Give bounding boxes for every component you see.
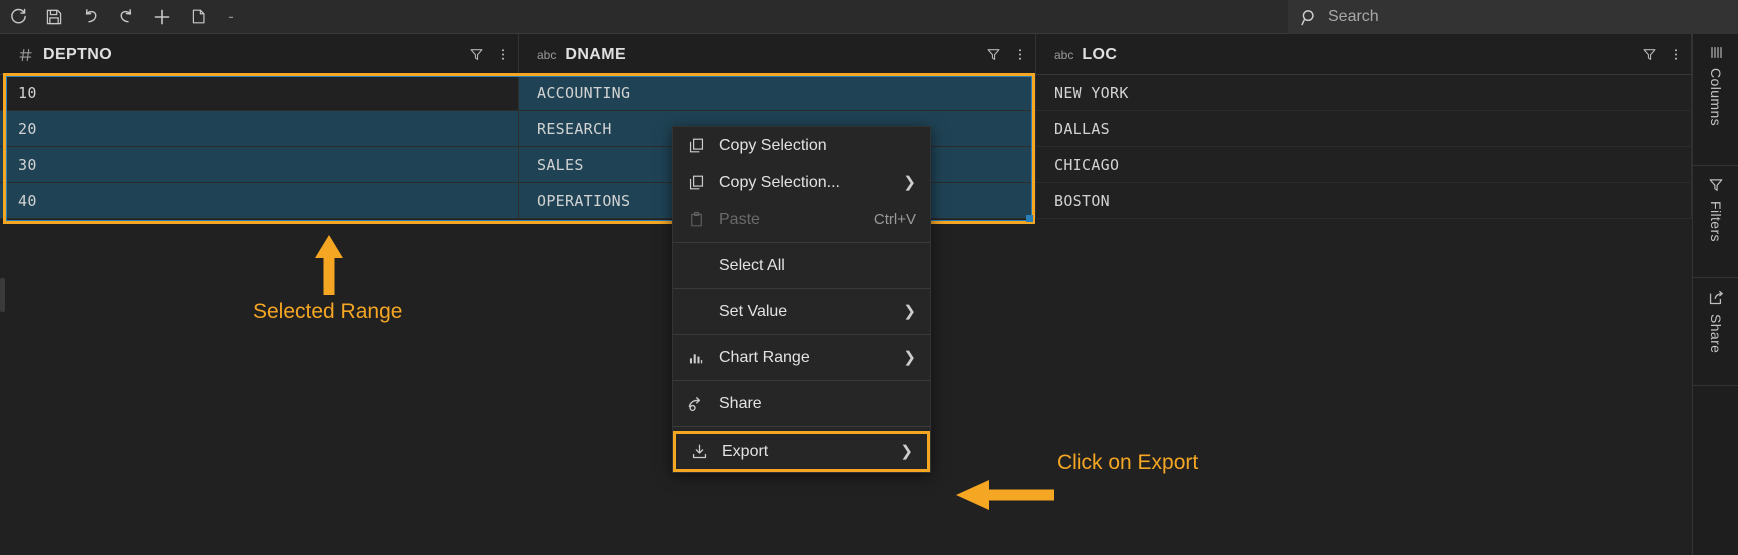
export-icon <box>676 443 722 460</box>
hash-icon <box>18 47 34 63</box>
cell-deptno[interactable]: 30 <box>0 147 519 182</box>
chart-icon <box>673 350 719 366</box>
refresh-icon[interactable] <box>0 1 36 33</box>
columns-icon <box>1708 45 1725 60</box>
menu-item-set-value[interactable]: Set Value ❯ <box>673 293 930 330</box>
duplicate-row-icon[interactable] <box>180 1 216 33</box>
chevron-right-icon: ❯ <box>903 303 916 320</box>
menu-item-label: Select All <box>719 256 785 274</box>
table-row[interactable]: 10 ACCOUNTING NEW YORK <box>0 75 1692 111</box>
search-input[interactable]: Search <box>1328 8 1379 26</box>
cell-dname[interactable]: ACCOUNTING <box>519 75 1036 110</box>
copy-icon <box>673 137 719 154</box>
sql-data-grid-app: - Search DEPTNO abc DNAME abc LOC 10 ACC… <box>0 0 1738 555</box>
sidebar-item-label: Columns <box>1708 68 1724 127</box>
cell-deptno[interactable]: 20 <box>0 111 519 146</box>
sidebar-item-columns[interactable]: Columns <box>1693 34 1738 166</box>
search-box[interactable]: Search <box>1288 0 1738 34</box>
cell-loc[interactable]: DALLAS <box>1036 111 1692 146</box>
menu-item-share[interactable]: Share <box>673 385 930 422</box>
column-header-label: LOC <box>1082 45 1118 63</box>
more-options-icon[interactable] <box>496 47 510 62</box>
cell-deptno[interactable]: 10 <box>0 75 519 110</box>
column-header-tools <box>469 34 510 75</box>
more-options-icon[interactable] <box>1013 47 1027 62</box>
more-options-icon[interactable] <box>1669 47 1683 62</box>
grid-header-row: DEPTNO abc DNAME abc LOC <box>0 34 1692 75</box>
menu-item-chart-range[interactable]: Chart Range ❯ <box>673 339 930 376</box>
panel-resize-handle[interactable] <box>0 278 5 312</box>
menu-item-label: Export <box>722 442 769 460</box>
abc-icon: abc <box>1054 47 1074 62</box>
chevron-right-icon: ❯ <box>900 443 913 460</box>
right-sidebar: Columns Filters Share <box>1692 34 1738 555</box>
chevron-right-icon: ❯ <box>903 349 916 366</box>
collapse-button[interactable]: - <box>216 1 246 33</box>
column-header-loc[interactable]: abc LOC <box>1036 34 1692 75</box>
share-icon <box>1708 289 1725 306</box>
menu-separator <box>673 426 930 427</box>
menu-separator <box>673 242 930 243</box>
menu-item-paste: Paste Ctrl+V <box>673 201 930 238</box>
menu-item-shortcut: Ctrl+V <box>873 211 916 228</box>
selection-fill-handle[interactable] <box>1026 215 1033 222</box>
menu-item-label: Chart Range <box>719 348 810 366</box>
column-header-tools <box>1642 34 1683 75</box>
redo-icon[interactable] <box>108 1 144 33</box>
sidebar-item-label: Filters <box>1708 201 1724 242</box>
menu-item-label: Set Value <box>719 302 788 320</box>
column-header-tools <box>986 34 1027 75</box>
sidebar-item-label: Share <box>1708 314 1724 354</box>
menu-item-label: Share <box>719 394 762 412</box>
cell-deptno[interactable]: 40 <box>0 183 519 218</box>
column-header-dname[interactable]: abc DNAME <box>519 34 1036 75</box>
column-header-label: DNAME <box>565 45 627 63</box>
filter-icon[interactable] <box>469 47 484 62</box>
abc-icon: abc <box>537 47 557 62</box>
paste-icon <box>673 211 719 228</box>
menu-separator <box>673 334 930 335</box>
save-icon[interactable] <box>36 1 72 33</box>
share-icon <box>673 395 719 413</box>
cell-loc[interactable]: NEW YORK <box>1036 75 1692 110</box>
copy-icon <box>673 174 719 191</box>
sidebar-item-share[interactable]: Share <box>1693 278 1738 386</box>
cell-loc[interactable]: BOSTON <box>1036 183 1692 218</box>
search-icon <box>1300 8 1319 27</box>
menu-item-select-all[interactable]: Select All <box>673 247 930 284</box>
menu-item-copy-selection[interactable]: Copy Selection <box>673 127 930 164</box>
filter-icon[interactable] <box>986 47 1001 62</box>
context-menu: Copy Selection Copy Selection... ❯ Paste… <box>672 126 931 473</box>
menu-separator <box>673 380 930 381</box>
chevron-right-icon: ❯ <box>903 174 916 191</box>
column-header-deptno[interactable]: DEPTNO <box>0 34 519 75</box>
cell-loc[interactable]: CHICAGO <box>1036 147 1692 182</box>
undo-icon[interactable] <box>72 1 108 33</box>
column-header-label: DEPTNO <box>43 45 113 63</box>
menu-item-label: Copy Selection... <box>719 173 840 191</box>
menu-separator <box>673 288 930 289</box>
filter-icon[interactable] <box>1642 47 1657 62</box>
menu-item-label: Paste <box>719 210 760 228</box>
filter-icon <box>1708 177 1724 193</box>
menu-item-copy-selection-dialog[interactable]: Copy Selection... ❯ <box>673 164 930 201</box>
add-row-icon[interactable] <box>144 1 180 33</box>
menu-item-label: Copy Selection <box>719 136 827 154</box>
sidebar-item-filters[interactable]: Filters <box>1693 166 1738 278</box>
menu-item-export[interactable]: Export ❯ <box>673 431 930 472</box>
